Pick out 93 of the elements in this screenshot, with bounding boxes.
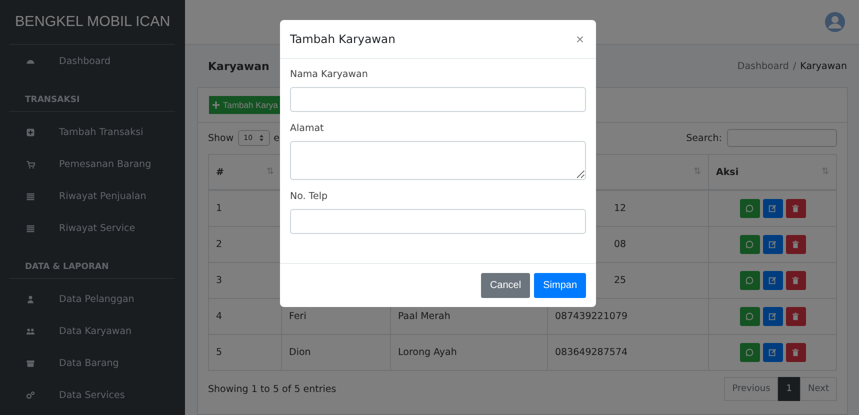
table-cell: 1 [216, 203, 222, 214]
list-icon [26, 224, 35, 232]
sidebar-item[interactable]: Data Karyawan [9, 315, 175, 347]
edit-button[interactable] [762, 271, 782, 290]
table-cell: Feri [289, 311, 306, 322]
whatsapp-button[interactable] [740, 271, 760, 290]
pagination-button[interactable]: 1 [778, 377, 800, 401]
delete-button[interactable] [786, 307, 806, 326]
table-cell: 087439221079 [555, 311, 628, 322]
whatsapp-button[interactable] [740, 199, 760, 218]
column-header[interactable]: Aksi [716, 166, 739, 178]
plus-square-icon [26, 128, 35, 136]
table-cell: 5 [216, 347, 222, 358]
whatsapp-button[interactable] [740, 235, 760, 254]
sidebar-item[interactable]: Data Services [9, 379, 175, 411]
table-cell: 083649287574 [555, 347, 628, 358]
user-avatar-icon[interactable] [825, 12, 845, 32]
table-cell: Dion [289, 347, 311, 358]
breadcrumb-item[interactable]: Dashboard [737, 60, 789, 72]
whatsapp-icon [745, 240, 754, 249]
modal-title: Tambah Karyawan [290, 32, 396, 46]
edit-button[interactable] [762, 199, 782, 218]
table-cell: Lorong Ayah [398, 347, 457, 358]
trash-icon [791, 276, 800, 285]
whatsapp-icon [745, 276, 754, 285]
section-heading: DATA & LAPORAN [9, 248, 175, 279]
sort-icon[interactable]: ⇅ [821, 167, 829, 177]
sidebar-item[interactable]: Tambah Transaksi [9, 116, 175, 148]
edit-button[interactable] [762, 307, 782, 326]
trash-icon [791, 204, 800, 213]
add-button[interactable]: Tambah Karya [209, 96, 281, 114]
whatsapp-icon [745, 348, 754, 357]
search-label: Search: [686, 132, 722, 144]
whatsapp-icon [745, 312, 754, 321]
whatsapp-button[interactable] [740, 307, 760, 326]
search-field[interactable] [727, 129, 837, 147]
user-icon [26, 294, 35, 304]
edit-icon [768, 348, 777, 357]
input-field[interactable] [290, 209, 586, 234]
sidebar-item[interactable]: Data Pelanggan [9, 283, 175, 315]
table-cell: Paal Merah [398, 311, 450, 322]
whatsapp-button[interactable] [740, 343, 760, 362]
whatsapp-icon [745, 204, 754, 213]
delete-button[interactable] [786, 199, 806, 218]
cancel-button[interactable]: Cancel [480, 273, 530, 298]
entries-info: Showing 1 to 5 of 5 entries [208, 384, 336, 394]
column-header[interactable]: # [216, 166, 224, 178]
edit-icon [768, 240, 777, 249]
table-cell: 2 [216, 239, 222, 250]
edit-button[interactable] [762, 343, 782, 362]
table-cell: 3 [216, 275, 222, 286]
gears-icon [26, 390, 35, 400]
show-label: Show [208, 132, 234, 144]
brand-title: BENGKEL MOBIL ICAN [9, 0, 175, 45]
edit-icon [768, 204, 777, 213]
input-field[interactable] [290, 87, 586, 112]
entries-label: e [274, 132, 280, 144]
sidebar-item[interactable]: Riwayat Penjualan [9, 180, 175, 212]
plus-icon [212, 101, 220, 109]
sidebar-item[interactable]: Dashboard [9, 45, 175, 77]
list-icon [26, 192, 35, 200]
delete-button[interactable] [786, 343, 806, 362]
archive-icon [26, 358, 35, 368]
edit-icon [768, 276, 777, 285]
sidebar-item[interactable]: Riwayat Service [9, 212, 175, 244]
table-cell: 25 [614, 275, 626, 286]
sort-icon[interactable]: ⇅ [266, 167, 274, 177]
field-label: Alamat [290, 123, 325, 134]
breadcrumb-item: Karyawan [800, 60, 847, 72]
section-heading: TRANSAKSI [9, 81, 175, 112]
table-cell: 08 [614, 239, 626, 250]
field-label: Nama Karyawan [290, 69, 369, 80]
edit-icon [768, 312, 777, 321]
save-button[interactable]: Simpan [534, 273, 586, 298]
table-cell: 4 [216, 311, 222, 322]
table-cell: 12 [614, 203, 626, 214]
updown-arrows-icon [258, 134, 264, 142]
trash-icon [791, 240, 800, 249]
users-icon [26, 326, 35, 336]
page-title: Karyawan [208, 60, 270, 72]
sort-icon[interactable]: ⇅ [693, 167, 701, 177]
delete-button[interactable] [786, 271, 806, 290]
cart-icon [26, 160, 35, 168]
sidebar-item[interactable]: Pemesanan Barang [9, 148, 175, 180]
textarea-field[interactable] [290, 141, 586, 180]
field-label: No. Telp [290, 191, 328, 202]
delete-button[interactable] [786, 235, 806, 254]
trash-icon [791, 312, 800, 321]
close-button[interactable]: × [574, 31, 586, 47]
breadcrumb-separator: / [792, 60, 796, 72]
edit-button[interactable] [762, 235, 782, 254]
trash-icon [791, 348, 800, 357]
sidebar-item[interactable]: Data Barang [9, 347, 175, 379]
